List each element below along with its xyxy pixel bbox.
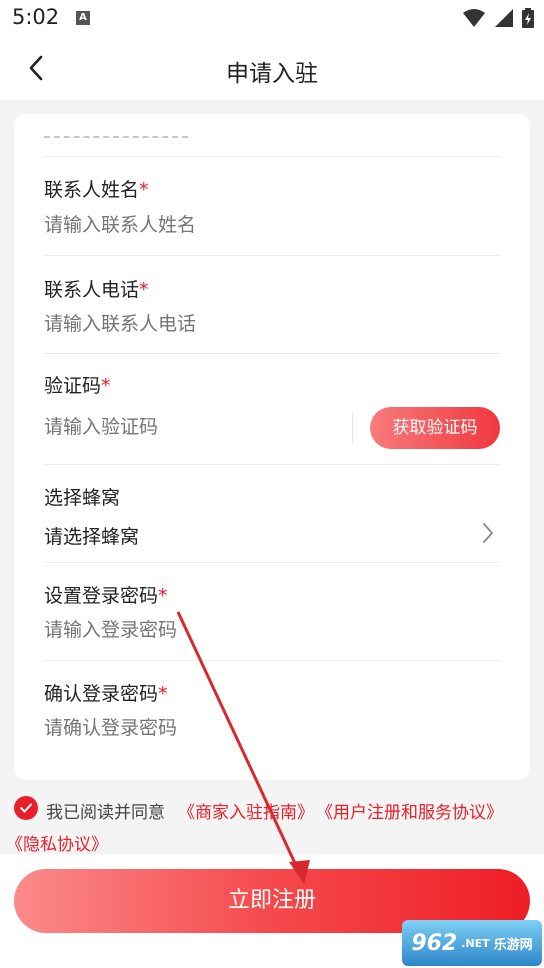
- wifi-icon: [463, 9, 485, 27]
- contact-phone-label: 联系人电话*: [44, 275, 149, 302]
- contact-name-label: 联系人姓名*: [44, 175, 149, 202]
- password-input[interactable]: [44, 619, 364, 641]
- verify-code-label: 验证码*: [44, 371, 111, 398]
- header: 申请入驻: [0, 36, 544, 100]
- confirm-password-input[interactable]: [44, 717, 364, 739]
- user-terms-link[interactable]: 《用户注册和服务协议》: [316, 798, 503, 823]
- contact-phone-row: 联系人电话*: [44, 256, 500, 354]
- hive-label: 选择蜂窝: [44, 487, 121, 509]
- chevron-right-icon[interactable]: [480, 521, 496, 545]
- verify-code-label-text: 验证码: [44, 375, 102, 397]
- required-mark: *: [139, 179, 149, 201]
- code-divider: [352, 412, 353, 444]
- verify-code-input[interactable]: [44, 416, 304, 438]
- contact-name-label-text: 联系人姓名: [44, 179, 140, 201]
- password-label-text: 设置登录密码: [44, 585, 159, 607]
- required-mark: *: [158, 585, 168, 607]
- battery-icon: [522, 8, 534, 28]
- page-title: 申请入驻: [226, 61, 318, 87]
- get-code-button[interactable]: 获取验证码: [370, 407, 500, 449]
- password-row: 设置登录密码*: [44, 563, 500, 661]
- privacy-policy-link[interactable]: 《隐私协议》: [6, 830, 108, 855]
- row-divider-top: [44, 114, 500, 157]
- status-bar: 5:02 A: [0, 0, 544, 36]
- contact-phone-input[interactable]: [44, 313, 364, 335]
- confirm-password-label: 确认登录密码*: [44, 679, 168, 706]
- checkmark-icon: [20, 803, 32, 813]
- contact-phone-label-text: 联系人电话: [44, 279, 140, 301]
- confirm-password-row: 确认登录密码*: [44, 661, 500, 780]
- signal-icon: [495, 9, 513, 27]
- notification-a-icon: A: [76, 11, 90, 25]
- required-mark: *: [158, 683, 168, 705]
- site-watermark-logo: 962 .NET 乐游网: [402, 920, 542, 966]
- contact-name-row: 联系人姓名*: [44, 157, 500, 256]
- agreement-text: 我已阅读并同意: [46, 803, 165, 823]
- required-mark: *: [101, 375, 111, 397]
- required-mark: *: [139, 279, 149, 301]
- agreement-checkbox[interactable]: [14, 796, 38, 820]
- verify-code-row: 验证码* 获取验证码: [44, 354, 500, 465]
- hive-value[interactable]: 请选择蜂窝: [44, 522, 139, 549]
- merchant-guide-link[interactable]: 《商家入驻指南》: [178, 798, 314, 823]
- watermark-number: 962: [411, 930, 458, 956]
- watermark-site: 乐游网: [493, 937, 533, 953]
- password-label: 设置登录密码*: [44, 581, 168, 608]
- form-card: 联系人姓名* 联系人电话* 验证码* 获取验证码 选择蜂窝 请选择蜂窝 设置登录…: [14, 114, 530, 780]
- status-time: 5:02: [12, 5, 60, 29]
- watermark-net: .NET: [461, 936, 490, 950]
- status-icons: [462, 8, 534, 28]
- confirm-password-label-text: 确认登录密码: [44, 683, 159, 705]
- contact-name-input[interactable]: [44, 214, 364, 236]
- hive-select-row[interactable]: 选择蜂窝 请选择蜂窝: [44, 465, 500, 563]
